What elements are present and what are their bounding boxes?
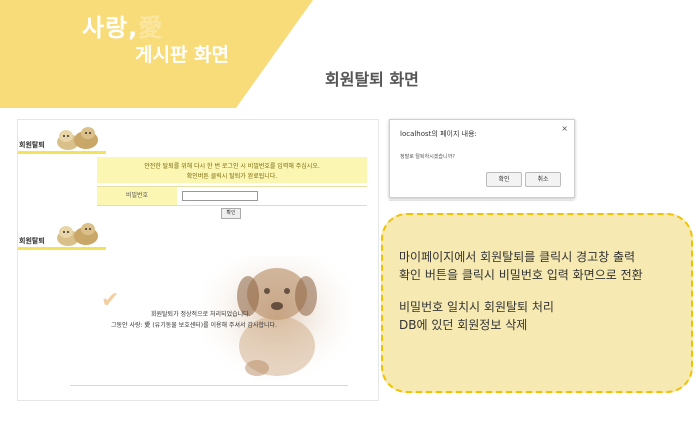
dialog-title: localhost의 페이지 내용:	[400, 130, 477, 138]
dialog-cancel-button[interactable]: 취소	[525, 172, 561, 187]
callout-line-2: 확인 버튼을 클릭시 비밀번호 입력 화면으로 전환	[399, 268, 643, 282]
callout-line-4: DB에 있던 회원정보 삭제	[399, 318, 528, 332]
dialog-bottom-edge	[389, 196, 573, 201]
password-row: 비밀번호	[97, 186, 367, 206]
brand-subtitle: 게시판 화면	[135, 44, 230, 66]
withdrawal-page-screenshot: 회원탈퇴 안전한 탈퇴를 위해 다시 한 번 로그인 시 비밀번호를 입력해 주…	[17, 119, 379, 401]
withdrawal-complete-message: 회원탈퇴가 정상적으로 처리되었습니다.	[151, 311, 251, 318]
section-header-withdrawal: 회원탈퇴	[18, 124, 108, 154]
puppies-icon	[57, 127, 98, 150]
notice-line-1: 안전한 탈퇴를 위해 다시 한 번 로그인 시 비밀번호를 입력해 주십시오.	[144, 163, 320, 170]
callout-line-1: 마이페이지에서 회원탈퇴를 클릭시 경고창 출력	[399, 250, 636, 264]
notice-box: 안전한 탈퇴를 위해 다시 한 번 로그인 시 비밀번호를 입력해 주십시오. …	[97, 157, 367, 183]
dialog-message: 정말로 탈퇴하시겠습니까?	[400, 154, 455, 160]
puppy-photo	[202, 256, 352, 381]
thank-you-message: 그동안 사랑: 愛 (유기동물 보호센터)를 이용해 주셔서 감사합니다.	[111, 322, 277, 329]
check-mark-icon: ✔	[101, 288, 120, 313]
divider	[70, 385, 348, 386]
password-label: 비밀번호	[97, 187, 177, 205]
password-input[interactable]	[182, 191, 258, 201]
section-underline	[18, 151, 106, 154]
close-icon[interactable]: ×	[561, 124, 568, 133]
dialog-ok-button[interactable]: 확인	[486, 172, 522, 187]
notice-line-2: 확인버튼 클릭시 탈퇴가 완료됩니다.	[186, 173, 278, 180]
page-title: 회원탈퇴 화면	[325, 70, 419, 89]
brand-title: 사랑,愛	[82, 14, 164, 42]
explanation-callout: 마이페이지에서 회원탈퇴를 클릭시 경고창 출력 확인 버튼을 클릭시 비밀번호…	[381, 213, 693, 393]
confirm-dialog: localhost의 페이지 내용: × 정말로 탈퇴하시겠습니까? 확인 취소	[389, 119, 575, 198]
callout-line-3: 비밀번호 일치시 회원탈퇴 처리	[399, 300, 554, 314]
section-header-withdrawal-complete: 회원탈퇴	[18, 220, 108, 250]
section-underline	[18, 247, 106, 250]
puppies-icon	[57, 223, 98, 246]
confirm-button[interactable]: 확인	[221, 208, 241, 219]
